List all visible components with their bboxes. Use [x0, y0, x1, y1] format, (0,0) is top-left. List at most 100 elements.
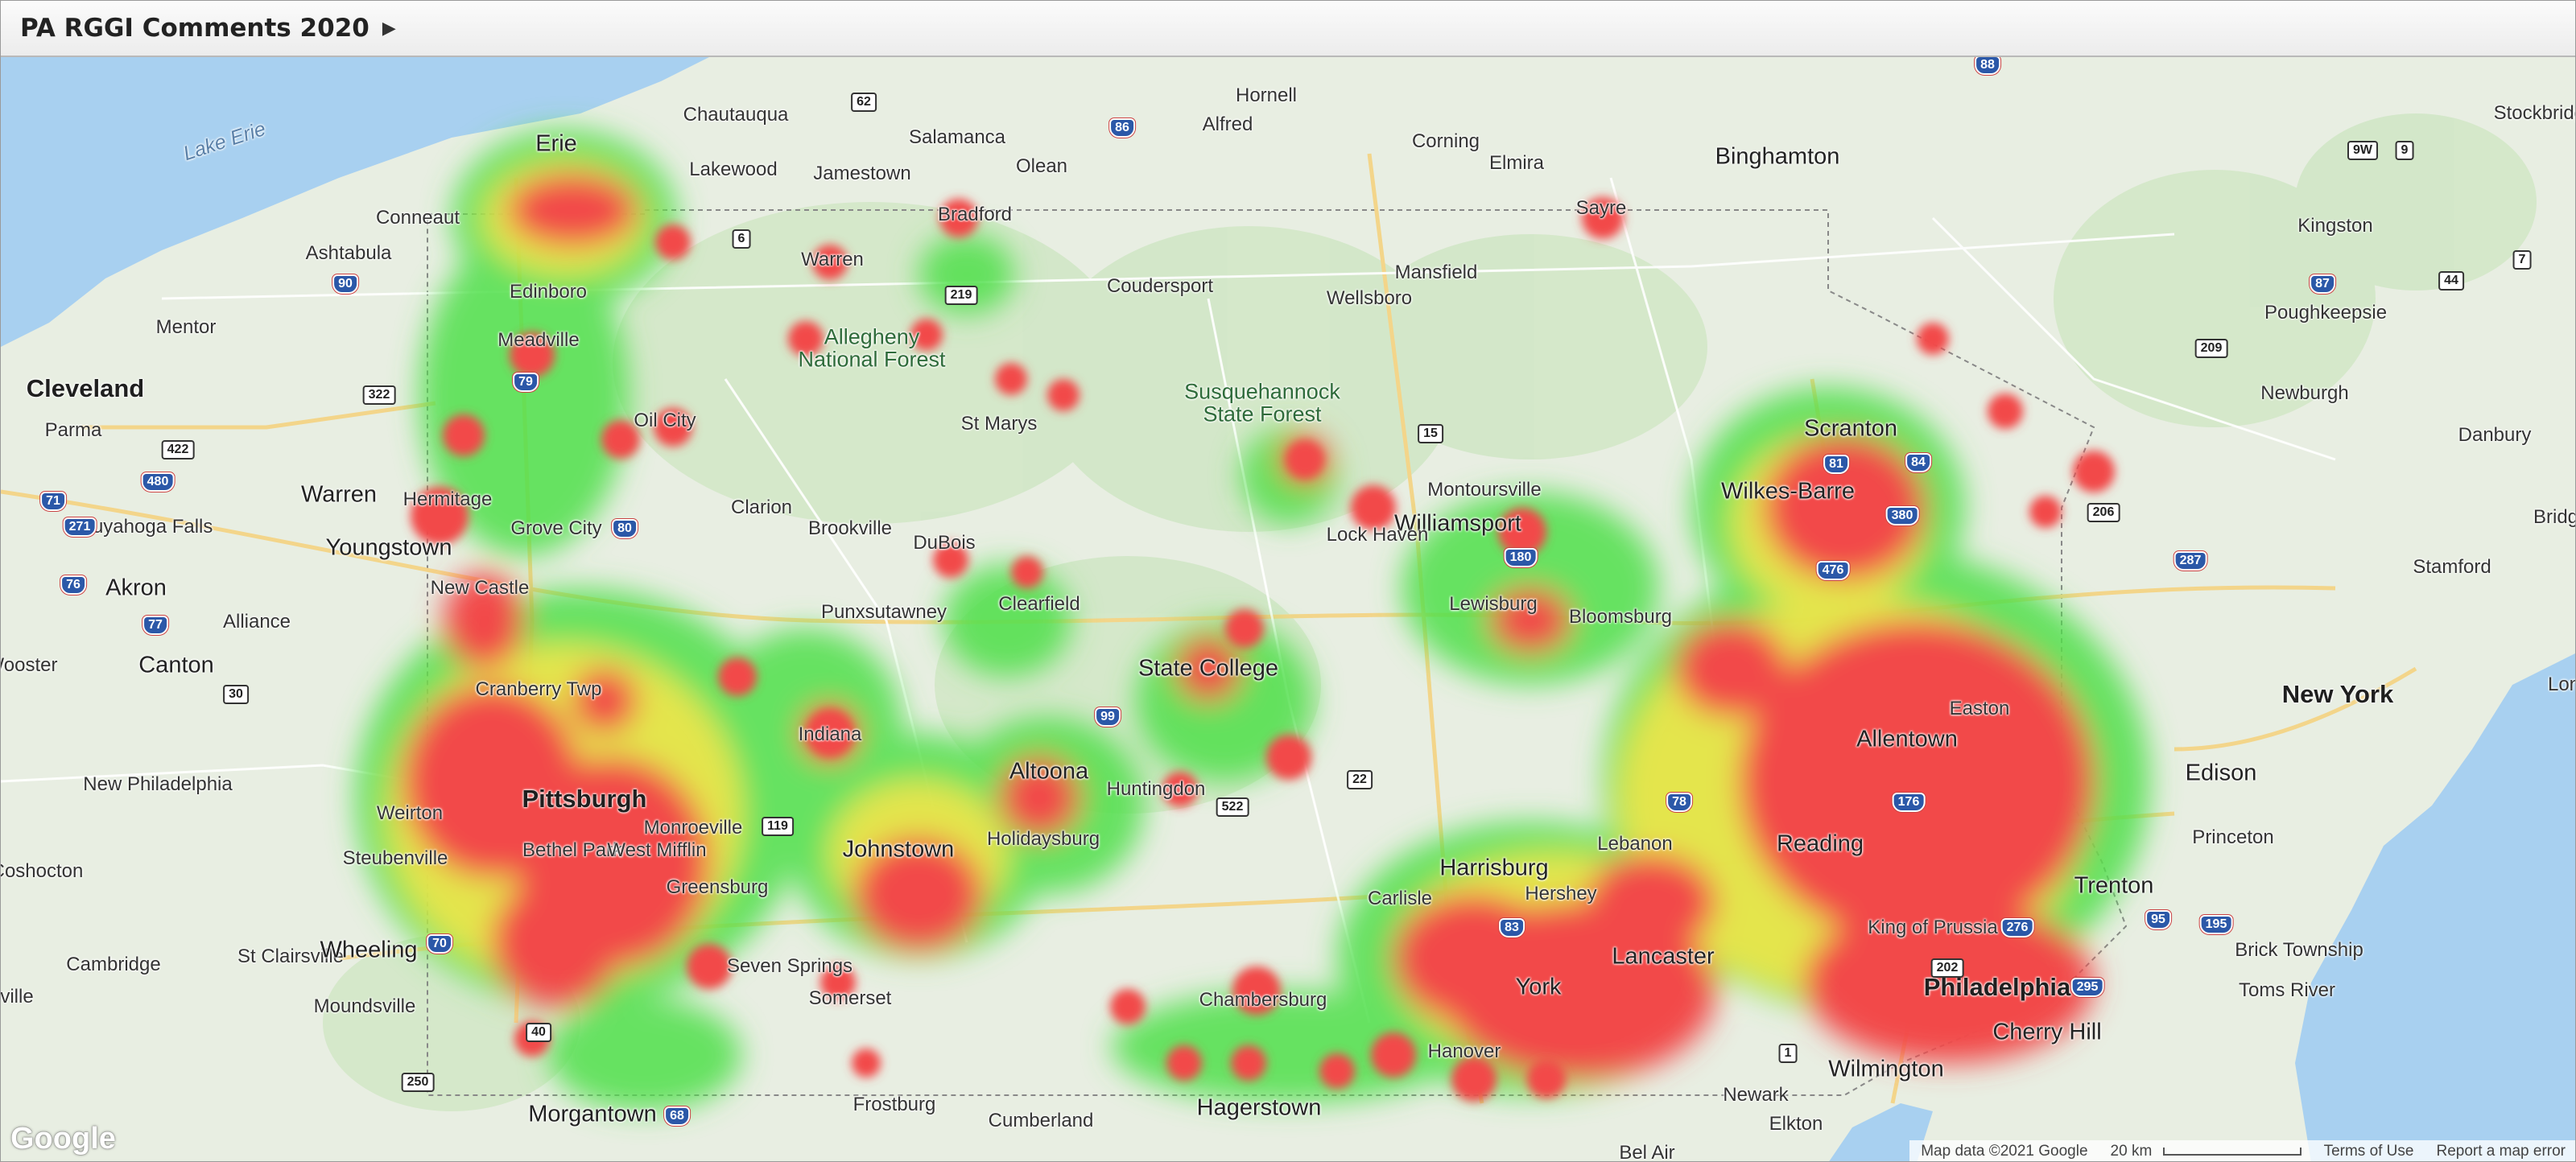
place-label: Elkton — [1769, 1113, 1823, 1135]
place-label: Edison — [2185, 760, 2257, 786]
attribution-bar: Map data ©2021 Google 20 km Terms of Use… — [1909, 1140, 2575, 1161]
place-label: Lewisburg — [1449, 593, 1538, 615]
place-label: Lebanon — [1597, 833, 1673, 855]
place-label: Kingston — [2297, 215, 2373, 237]
place-label: Johnstown — [842, 836, 955, 863]
highway-shield: 219 — [944, 286, 978, 305]
place-label: Hanover — [1427, 1040, 1501, 1062]
place-label: Mentor — [155, 316, 217, 338]
highway-shield: 86 — [1109, 118, 1135, 138]
scale-label: 20 km — [2110, 1143, 2153, 1160]
highway-shield: 78 — [1666, 793, 1692, 812]
highway-shield: 87 — [2310, 274, 2335, 294]
map-canvas[interactable]: Erie Cleveland Pittsburgh Philadelphia N… — [1, 57, 2575, 1162]
place-label: Parma — [44, 419, 102, 441]
place-label: Mansfield — [1394, 262, 1478, 283]
place-label: Poughkeepsie — [2264, 302, 2388, 323]
highway-shield: 40 — [526, 1023, 551, 1042]
place-label: Allentown — [1856, 726, 1958, 752]
highway-shield: 209 — [2194, 339, 2228, 358]
place-label: Alliance — [222, 611, 291, 633]
place-label: Punxsutawney — [820, 601, 947, 623]
highway-shield: 84 — [1905, 453, 1931, 472]
place-label: Chambersburg — [1199, 989, 1327, 1011]
terms-link[interactable]: Terms of Use — [2313, 1143, 2425, 1160]
place-label: Wilkes-Barre — [1721, 478, 1855, 505]
place-label: Grove City — [510, 517, 602, 539]
highway-shield: 9W — [2347, 141, 2378, 160]
highway-shield: 76 — [60, 575, 86, 595]
place-label: Montoursville — [1427, 479, 1542, 501]
place-label: Trenton — [2074, 872, 2154, 899]
place-label: Altoona — [1009, 758, 1089, 785]
place-label: Coudersport — [1106, 275, 1214, 297]
highway-shield: 180 — [1504, 548, 1538, 567]
app-frame: PA RGGI Comments 2020 ▶ Erie Cleveland P… — [0, 0, 2576, 1162]
highway-shield: 9 — [2395, 141, 2414, 160]
place-label: Hornell — [1235, 84, 1298, 106]
place-label: Cuyahoga Falls — [78, 516, 213, 538]
place-label: Salamanca — [908, 126, 1006, 148]
place-label: King of Prussia — [1868, 917, 1998, 938]
highway-shield: 271 — [63, 517, 97, 537]
place-label: Sayre — [1575, 197, 1627, 219]
place-label: Warren — [801, 249, 864, 270]
report-error-link[interactable]: Report a map error — [2425, 1143, 2575, 1160]
highway-shield: 22 — [1347, 770, 1373, 789]
place-label: Easton — [1949, 698, 2010, 719]
place-label: Cranberry Twp — [475, 678, 602, 700]
google-logo: Google — [10, 1122, 116, 1156]
highway-shield: 77 — [142, 616, 168, 635]
place-label: Clarion — [730, 497, 793, 518]
place-label: Chautauqua — [683, 104, 789, 126]
map-title: PA RGGI Comments 2020 — [20, 14, 369, 43]
place-label: Stamford — [2413, 556, 2491, 578]
place-label: Jamestown — [813, 163, 911, 184]
highway-shield: 119 — [762, 817, 794, 836]
highway-shield: 30 — [223, 685, 249, 704]
place-label: York — [1515, 974, 1562, 1000]
place-label: Brick Township — [2235, 939, 2363, 961]
place-label: Allegheny National Forest — [798, 324, 946, 372]
place-label: Youngstown — [325, 534, 452, 561]
place-label: New Castle — [430, 577, 530, 599]
highway-shield: 480 — [141, 472, 175, 492]
place-label: Wooster — [1, 654, 58, 676]
place-label: Huntingdon — [1106, 778, 1206, 800]
place-label: Pittsburgh — [522, 785, 647, 813]
highway-shield: 206 — [2087, 503, 2120, 522]
place-label: Somerset — [808, 987, 892, 1009]
place-label: Wheeling — [320, 937, 418, 963]
highway-shield: 287 — [2174, 551, 2207, 571]
play-triangle-icon[interactable]: ▶ — [382, 19, 396, 37]
place-label: Danbury — [2458, 424, 2532, 446]
place-label: Alfred — [1202, 113, 1253, 135]
highway-shield: 380 — [1885, 506, 1919, 525]
place-label: Corning — [1411, 130, 1480, 152]
place-label: New York — [2281, 680, 2394, 708]
place-label: Monroeville — [643, 817, 743, 839]
highway-shield: 1 — [1778, 1044, 1798, 1063]
highway-shield: 522 — [1216, 797, 1249, 817]
highway-shield: 83 — [1499, 918, 1525, 937]
place-label: Holidaysburg — [986, 828, 1100, 850]
place-label: Hermitage — [402, 488, 493, 510]
place-label: Canton — [138, 652, 214, 678]
scale-control[interactable]: 20 km — [2099, 1143, 2313, 1160]
highway-shield: 79 — [513, 373, 539, 392]
place-label: West Mifflin — [607, 839, 707, 861]
place-label: Conneaut — [375, 207, 460, 229]
place-label: Morgantown — [528, 1101, 657, 1127]
place-label: Cleveland — [26, 374, 145, 402]
place-label: Oil City — [634, 410, 696, 431]
highway-shield: 99 — [1095, 707, 1121, 727]
place-label: Toms River — [2238, 979, 2336, 1001]
highway-shield: 68 — [664, 1106, 690, 1126]
place-label: Bel Air — [1619, 1142, 1675, 1162]
place-label: New Philadelphia — [83, 773, 233, 795]
highway-shield: 70 — [427, 934, 452, 954]
place-label: Seven Springs — [726, 955, 853, 977]
place-label: Lon — [2547, 674, 2575, 695]
place-label: Lancaster — [1612, 943, 1715, 970]
place-label: Lakewood — [689, 159, 778, 180]
